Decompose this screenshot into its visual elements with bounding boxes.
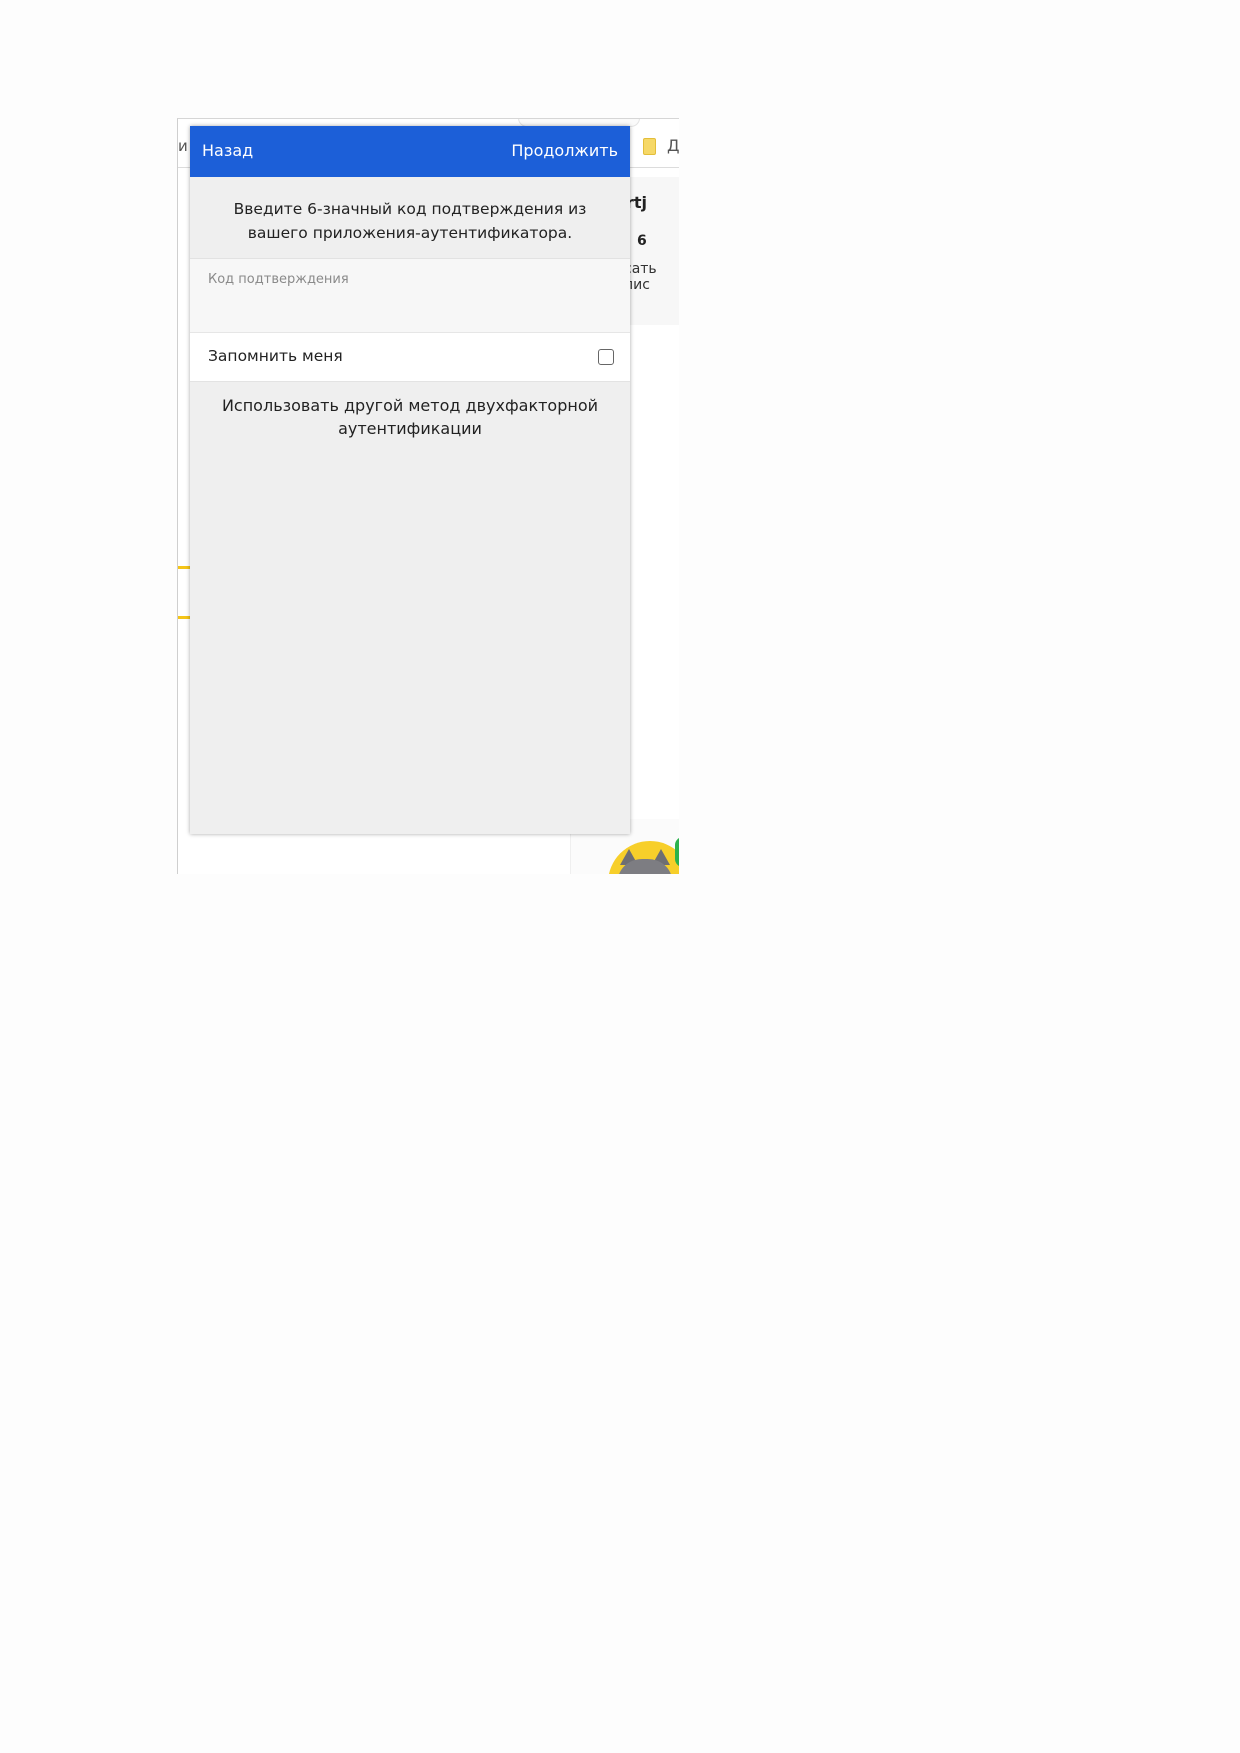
verification-code-input[interactable] bbox=[208, 297, 612, 325]
remember-me-row[interactable]: Запомнить меня bbox=[190, 333, 630, 382]
compose-link-fragment: сать пис bbox=[624, 261, 657, 293]
remember-me-checkbox[interactable] bbox=[598, 349, 614, 365]
back-button[interactable]: Назад bbox=[202, 141, 253, 160]
avatar-badge bbox=[675, 837, 679, 867]
verification-code-label: Код подтверждения bbox=[208, 272, 349, 287]
bookmark-fragment: и bbox=[178, 137, 188, 155]
two-factor-dialog: Назад Продолжить Введите 6-значный код п… bbox=[190, 126, 630, 834]
verification-code-field[interactable]: Код подтверждения bbox=[190, 259, 630, 333]
remember-me-label: Запомнить меня bbox=[208, 347, 343, 365]
folder-icon bbox=[643, 138, 656, 155]
instruction-text: Введите 6-значный код подтверждения из в… bbox=[190, 177, 630, 259]
dialog-header: Назад Продолжить bbox=[190, 126, 630, 177]
alternate-2fa-method-link[interactable]: Использовать другой метод двухфакторной … bbox=[190, 382, 630, 440]
unread-count: 6 bbox=[637, 233, 647, 249]
bookmark-folder-label: Д bbox=[667, 136, 679, 155]
continue-button[interactable]: Продолжить bbox=[511, 141, 618, 160]
page: и Д rtj 6 сать пис Назад Продолжить Введ… bbox=[0, 0, 1240, 1753]
